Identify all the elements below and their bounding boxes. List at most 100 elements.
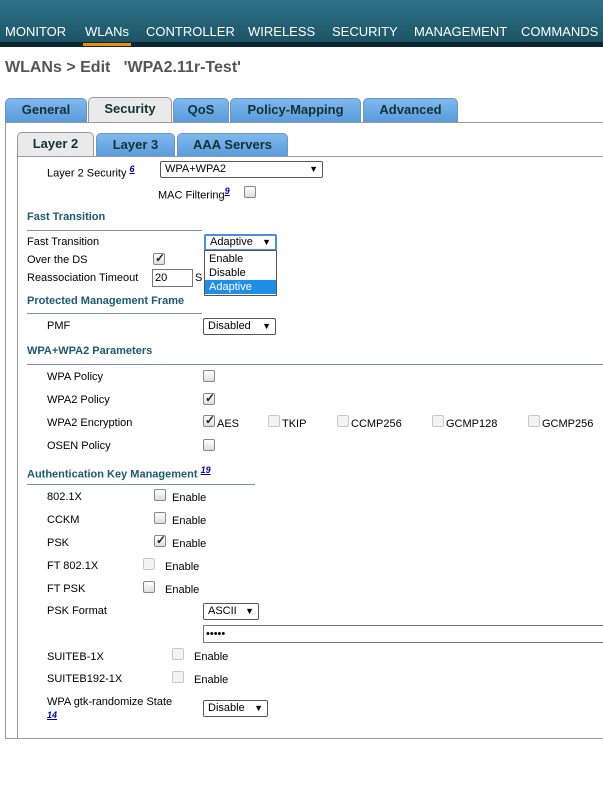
nav-controller[interactable]: CONTROLLER bbox=[146, 24, 235, 39]
over-ds-label: Over the DS bbox=[27, 254, 88, 266]
akm-8021x-checkbox[interactable] bbox=[154, 489, 166, 501]
akm-8021x-label: 802.1X bbox=[47, 491, 82, 503]
page-title: WLANs > Edit 'WPA2.11r-Test' bbox=[5, 59, 241, 76]
mac-filtering-help-link[interactable]: 9 bbox=[225, 186, 230, 196]
gcmp256-checkbox[interactable] bbox=[528, 415, 540, 427]
tab-advanced[interactable]: Advanced bbox=[363, 98, 458, 122]
fast-transition-label: Fast Transition bbox=[27, 236, 100, 248]
reassociation-timeout-input[interactable]: 20 bbox=[152, 269, 193, 287]
osen-policy-label: OSEN Policy bbox=[47, 440, 111, 452]
psk-enable-label: Enable bbox=[172, 538, 207, 550]
wpa2-policy-checkbox[interactable]: ✓ bbox=[203, 391, 216, 405]
inner-panel-border bbox=[17, 157, 18, 739]
psk-format-label: PSK Format bbox=[47, 605, 107, 617]
psk-checkbox[interactable]: ✓ bbox=[154, 533, 167, 547]
ft-psk-label: FT PSK bbox=[47, 583, 86, 595]
aes-label: AES bbox=[217, 418, 240, 430]
ft-8021x-enable-label: Enable bbox=[165, 561, 200, 573]
osen-policy-checkbox[interactable] bbox=[203, 439, 215, 451]
wpa-policy-checkbox[interactable] bbox=[203, 370, 215, 382]
subtab-layer-3[interactable]: Layer 3 bbox=[96, 133, 175, 157]
fast-transition-section-title: Fast Transition bbox=[27, 211, 106, 223]
section-divider bbox=[27, 484, 255, 485]
cckm-checkbox[interactable] bbox=[154, 512, 166, 524]
nav-security[interactable]: SECURITY bbox=[332, 24, 398, 39]
ft-psk-checkbox[interactable] bbox=[143, 581, 155, 593]
suiteb-1x-label: SUITEB-1X bbox=[47, 651, 104, 663]
chevron-down-icon: ▼ bbox=[309, 164, 318, 174]
subtab-aaa-servers[interactable]: AAA Servers bbox=[177, 133, 288, 157]
checkmark-icon: ✓ bbox=[205, 391, 216, 405]
subtab-layer-2[interactable]: Layer 2 bbox=[17, 132, 94, 157]
chevron-down-icon: ▼ bbox=[262, 321, 271, 331]
reassociation-unit-label: S bbox=[195, 272, 203, 284]
tab-general[interactable]: General bbox=[5, 98, 87, 122]
section-divider bbox=[27, 313, 202, 314]
akm-8021x-enable-label: Enable bbox=[172, 492, 207, 504]
psk-format-select[interactable]: ASCII ▼ bbox=[203, 603, 259, 620]
wpa2-encryption-label: WPA2 Encryption bbox=[47, 417, 133, 429]
cckm-enable-label: Enable bbox=[172, 515, 207, 527]
psk-passphrase-input[interactable]: ••••• bbox=[203, 625, 603, 643]
pmf-label: PMF bbox=[47, 320, 71, 332]
ccmp256-label: CCMP256 bbox=[351, 418, 402, 430]
wpa2-policy-label: WPA2 Policy bbox=[47, 394, 110, 406]
aes-checkbox[interactable]: ✓ bbox=[203, 413, 215, 427]
nav-management[interactable]: MANAGEMENT bbox=[414, 24, 507, 39]
nav-wireless[interactable]: WIRELESS bbox=[248, 24, 315, 39]
section-divider bbox=[27, 364, 603, 365]
tkip-label: TKIP bbox=[282, 418, 307, 430]
mac-filtering-label: MAC Filtering9 bbox=[158, 186, 230, 202]
ccmp256-checkbox[interactable] bbox=[337, 415, 349, 427]
section-divider bbox=[27, 230, 202, 231]
suiteb-1x-checkbox[interactable] bbox=[172, 648, 184, 660]
tab-policy-mapping[interactable]: Policy-Mapping bbox=[230, 98, 361, 122]
suiteb192-1x-enable-label: Enable bbox=[194, 674, 229, 686]
mac-filtering-checkbox[interactable] bbox=[244, 186, 256, 198]
gcmp128-label: GCMP128 bbox=[446, 418, 498, 430]
tkip-checkbox[interactable] bbox=[268, 415, 280, 427]
chevron-down-icon: ▼ bbox=[245, 606, 254, 616]
psk-label: PSK bbox=[47, 537, 70, 549]
checkmark-icon: ✓ bbox=[155, 251, 166, 265]
fast-transition-select[interactable]: Adaptive ▼ bbox=[204, 234, 277, 251]
gcmp256-label: GCMP256 bbox=[542, 418, 594, 430]
nav-commands[interactable]: COMMANDS bbox=[521, 24, 598, 39]
gtk-randomize-help-link-wrap: 14 bbox=[47, 709, 57, 721]
layer2-security-label: Layer 2 Security 6 bbox=[47, 164, 135, 180]
fast-transition-option-enable[interactable]: Enable bbox=[205, 252, 276, 266]
top-nav-bar: MONITOR WLANs CONTROLLER WIRELESS SECURI… bbox=[0, 0, 603, 47]
suiteb-1x-enable-label: Enable bbox=[194, 651, 229, 663]
layer2-security-help-link[interactable]: 6 bbox=[130, 164, 135, 174]
pmf-select[interactable]: Disabled ▼ bbox=[203, 318, 276, 335]
gtk-randomize-label: WPA gtk-randomize State bbox=[47, 696, 173, 708]
fast-transition-option-adaptive[interactable]: Adaptive bbox=[205, 280, 276, 294]
ft-8021x-checkbox[interactable] bbox=[143, 558, 155, 570]
fast-transition-dropdown-list: Enable Disable Adaptive bbox=[204, 250, 277, 296]
gtk-randomize-select[interactable]: Disable ▼ bbox=[203, 700, 268, 717]
tab-security[interactable]: Security bbox=[88, 97, 172, 122]
gtk-randomize-help-link[interactable]: 14 bbox=[47, 710, 57, 720]
cckm-label: CCKM bbox=[47, 514, 80, 526]
over-ds-checkbox[interactable]: ✓ bbox=[153, 251, 166, 265]
gcmp128-checkbox[interactable] bbox=[432, 415, 444, 427]
chevron-down-icon: ▼ bbox=[262, 237, 271, 247]
chevron-down-icon: ▼ bbox=[254, 703, 263, 713]
reassociation-timeout-label: Reassociation Timeout bbox=[27, 272, 139, 284]
suiteb192-1x-label: SUITEB192-1X bbox=[47, 673, 123, 685]
akm-section-title: Authentication Key Management 19 bbox=[27, 465, 211, 481]
ft-psk-enable-label: Enable bbox=[165, 584, 200, 596]
subtab-divider bbox=[17, 156, 603, 157]
pmf-section-title: Protected Management Frame bbox=[27, 295, 185, 307]
akm-help-link[interactable]: 19 bbox=[201, 465, 211, 475]
layer2-security-select[interactable]: WPA+WPA2 ▼ bbox=[160, 161, 323, 178]
wpa-section-title: WPA+WPA2 Parameters bbox=[27, 345, 153, 357]
nav-wlans[interactable]: WLANs bbox=[82, 24, 132, 46]
suiteb192-1x-checkbox[interactable] bbox=[172, 671, 184, 683]
nav-monitor[interactable]: MONITOR bbox=[5, 24, 66, 39]
ft-8021x-label: FT 802.1X bbox=[47, 560, 99, 572]
checkmark-icon: ✓ bbox=[156, 533, 167, 547]
tab-qos[interactable]: QoS bbox=[173, 98, 229, 122]
fast-transition-option-disable[interactable]: Disable bbox=[205, 266, 276, 280]
wpa-policy-label: WPA Policy bbox=[47, 371, 104, 383]
